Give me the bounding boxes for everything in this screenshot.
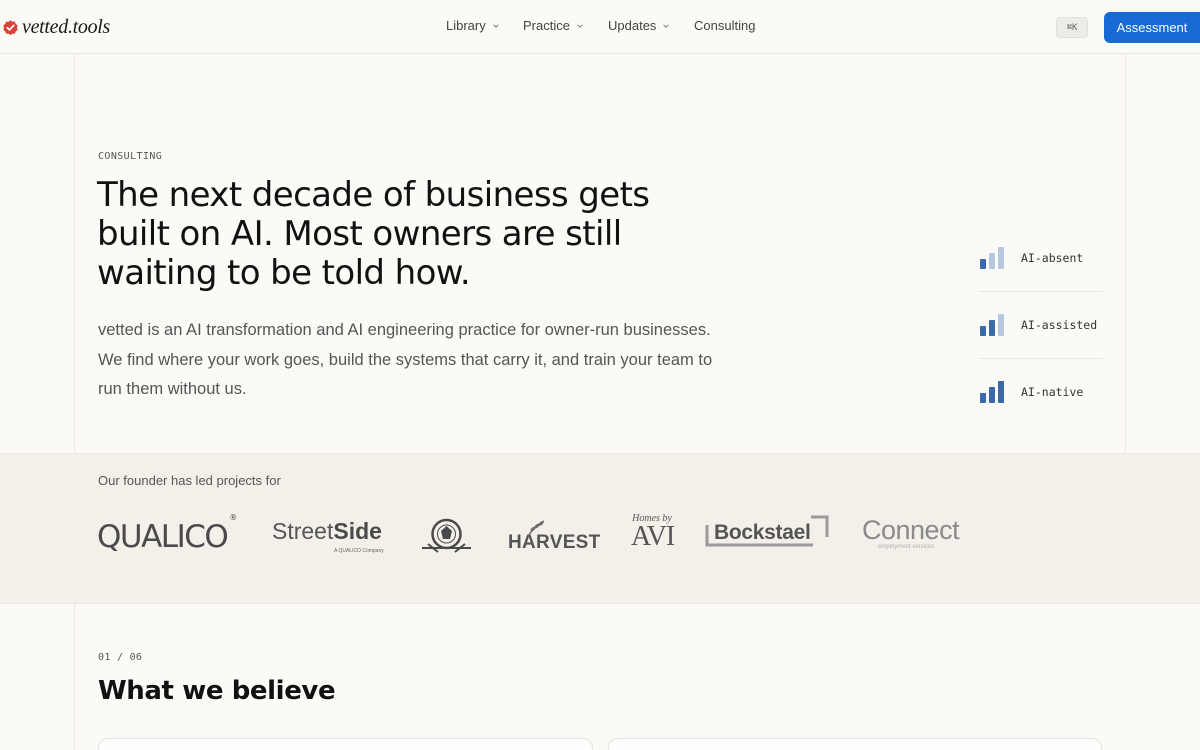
streetside-logo: StreetSide A QUALICO Company bbox=[272, 518, 384, 554]
registered-mark: ® bbox=[229, 512, 237, 522]
nav-consulting-label: Consulting bbox=[694, 18, 756, 33]
verified-check-icon bbox=[3, 19, 18, 35]
crest-emblem-logo bbox=[422, 518, 471, 553]
top-navigation-bar: vetted.tools Library Practice Updates Co… bbox=[0, 0, 1200, 54]
belief-card bbox=[98, 738, 593, 750]
level-label: AI-native bbox=[1021, 385, 1084, 399]
nav-consulting[interactable]: Consulting bbox=[694, 18, 755, 33]
assessment-button[interactable]: Assessment bbox=[1104, 12, 1200, 43]
bockstael-wordmark: Bockstael bbox=[714, 521, 811, 544]
nav-practice-label: Practice bbox=[523, 18, 570, 33]
level-label: AI-absent bbox=[1021, 250, 1084, 265]
chevron-down-icon bbox=[577, 23, 583, 28]
hero-headline: The next decade of business gets built o… bbox=[97, 175, 650, 293]
homes-by-avi-logo: Homes by AVI bbox=[631, 513, 675, 552]
section-number: 01 / 06 bbox=[98, 652, 143, 663]
nav-updates-label: Updates bbox=[608, 18, 657, 33]
connect-logo: Connect employment services bbox=[862, 515, 960, 550]
frame-divider-left bbox=[74, 54, 75, 750]
qualico-wordmark: QUALICO bbox=[97, 519, 229, 555]
streetside-wordmark: StreetSide bbox=[272, 518, 382, 544]
harvest-wordmark: HARVEST bbox=[508, 532, 601, 553]
level-label: AI-assisted bbox=[1021, 318, 1098, 332]
bockstael-logo: Bockstael bbox=[705, 515, 829, 555]
connect-wordmark: Connect bbox=[862, 515, 960, 545]
search-shortcut-button[interactable]: ⌘K bbox=[1056, 17, 1088, 38]
hero-description: vetted is an AI transformation and AI en… bbox=[98, 321, 713, 398]
frame-divider-right bbox=[1125, 54, 1126, 453]
client-logos-band: Our founder has led projects for QUALICO… bbox=[0, 453, 1200, 604]
level-ai-native: AI-native bbox=[979, 358, 1103, 425]
nav-updates[interactable]: Updates bbox=[608, 18, 670, 33]
avi-wordmark: AVI bbox=[631, 521, 675, 552]
chevron-down-icon bbox=[493, 23, 499, 28]
level-ai-assisted: AI-assisted bbox=[979, 291, 1103, 358]
signal-bars-icon bbox=[980, 381, 1004, 403]
logo-wordmark: vetted.tools bbox=[22, 15, 111, 38]
harvest-logo: HARVEST bbox=[508, 519, 601, 554]
belief-card bbox=[608, 738, 1102, 750]
connect-tagline: employment services bbox=[878, 544, 935, 550]
qualico-logo: QUALICO® bbox=[97, 513, 237, 555]
signal-bars-icon bbox=[980, 314, 1004, 336]
signal-bars-icon bbox=[980, 246, 1004, 269]
nav-library[interactable]: Library bbox=[446, 18, 500, 33]
streetside-tagline: A QUALICO Company bbox=[334, 548, 384, 554]
client-logo-row: QUALICO® StreetSide A QUALICO Company HA… bbox=[0, 509, 1200, 569]
streetside-bold: Side bbox=[333, 518, 382, 544]
site-logo[interactable]: vetted.tools bbox=[2, 16, 110, 38]
nav-library-label: Library bbox=[446, 18, 486, 33]
section-title: What we believe bbox=[98, 676, 336, 706]
chevron-down-icon bbox=[663, 23, 670, 28]
wheat-icon bbox=[527, 520, 545, 537]
hero-eyebrow: CONSULTING bbox=[98, 151, 163, 162]
streetside-light: Street bbox=[272, 518, 334, 544]
clients-heading: Our founder has led projects for bbox=[98, 473, 281, 488]
nav-practice[interactable]: Practice bbox=[523, 18, 584, 33]
level-ai-absent: AI-absent bbox=[979, 224, 1103, 291]
